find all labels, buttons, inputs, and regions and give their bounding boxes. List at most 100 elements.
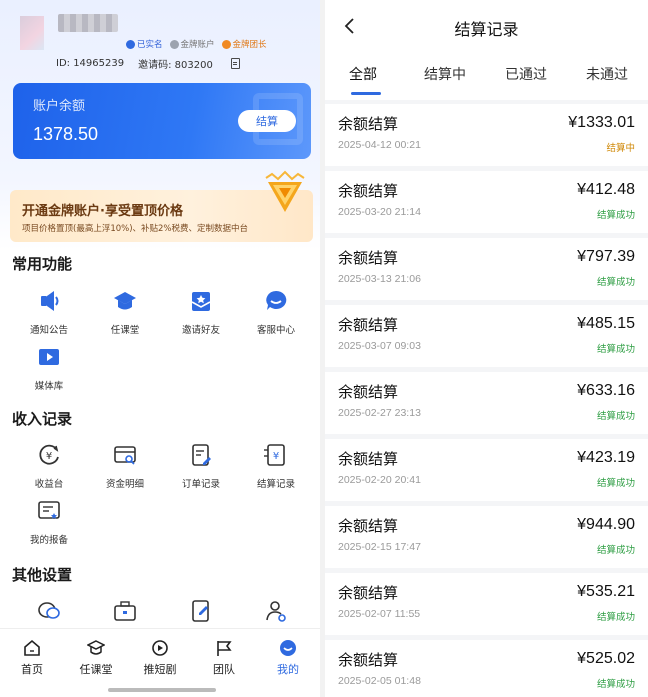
tab-rejected[interactable]: 未通过 <box>586 64 628 84</box>
record-date: 2025-03-07 09:03 <box>338 340 421 352</box>
record-amount: ¥1333.01 <box>568 114 635 131</box>
record-amount: ¥412.48 <box>577 181 635 198</box>
record-name: 余额结算 <box>338 450 399 468</box>
chat-icon <box>38 602 60 619</box>
report-icon <box>38 501 60 519</box>
record-row[interactable]: 余额结算 2025-02-27 23:13 ¥633.16 结算成功 <box>325 372 648 434</box>
nav-team-label: 团队 <box>213 663 235 676</box>
nav-short-drama[interactable]: 推短剧 <box>128 639 192 677</box>
user-settings-icon <box>266 601 286 622</box>
account-tags: 已实名 金牌账户 金牌团长 <box>126 38 267 50</box>
record-amount: ¥944.90 <box>577 516 635 533</box>
gold-account-label: 金牌账户 <box>180 40 215 50</box>
record-row[interactable]: 余额结算 2025-02-15 17:47 ¥944.90 结算成功 <box>325 506 648 568</box>
nav-home-label: 首页 <box>21 663 43 676</box>
page-title: 结算记录 <box>454 20 519 39</box>
record-name: 余额结算 <box>338 383 399 401</box>
settlement-records-screen: 结算记录 全部 结算中 已通过 未通过 余额结算 2025-04-12 00:21… <box>325 0 648 697</box>
avatar[interactable] <box>20 16 44 50</box>
earnings-coin-icon: ¥ <box>39 444 59 465</box>
nav-classroom-label: 任课堂 <box>79 663 113 676</box>
record-status: 结算中 <box>606 143 635 154</box>
balance-value: 1378.50 <box>33 124 99 144</box>
record-row[interactable]: 余额结算 2025-03-20 21:14 ¥412.48 结算成功 <box>325 171 648 233</box>
fund-details-icon <box>114 446 136 465</box>
gold-leader-label: 金牌团长 <box>232 40 267 50</box>
grid-earnings[interactable]: ¥ 收益台 <box>13 442 85 490</box>
grid-classroom[interactable]: 任课堂 <box>89 288 161 336</box>
grid-notice-label: 通知公告 <box>29 325 68 336</box>
record-row[interactable]: 余额结算 2025-03-13 21:06 ¥797.39 结算成功 <box>325 238 648 300</box>
grid-notice[interactable]: 通知公告 <box>13 288 85 336</box>
record-status: 结算成功 <box>596 411 635 422</box>
edit-document-icon <box>192 600 209 622</box>
tab-settling[interactable]: 结算中 <box>424 64 466 84</box>
record-amount: ¥485.15 <box>577 315 635 332</box>
home-indicator <box>108 688 216 692</box>
record-date: 2025-03-20 21:14 <box>338 206 421 218</box>
order-record-icon <box>192 444 211 466</box>
record-row[interactable]: 余额结算 2025-02-07 11:55 ¥535.21 结算成功 <box>325 573 648 635</box>
record-status: 结算成功 <box>596 344 635 355</box>
record-amount: ¥633.16 <box>577 382 635 399</box>
record-row[interactable]: 余额结算 2025-02-05 01:48 ¥525.02 结算成功 <box>325 640 648 697</box>
grid-orders-label: 订单记录 <box>181 479 220 490</box>
record-name: 余额结算 <box>338 584 399 602</box>
record-status: 结算成功 <box>596 545 635 556</box>
record-row[interactable]: 余额结算 2025-03-07 09:03 ¥485.15 结算成功 <box>325 305 648 367</box>
grid-media[interactable]: 媒体库 <box>13 344 85 392</box>
tab-all[interactable]: 全部 <box>349 64 377 84</box>
grid-other-3[interactable] <box>165 598 237 632</box>
chat-bubble-icon <box>266 290 287 310</box>
grid-settlement-label: 结算记录 <box>256 479 295 490</box>
grid-other-1[interactable] <box>13 598 85 632</box>
record-status: 结算成功 <box>596 277 635 288</box>
tab-approved[interactable]: 已通过 <box>505 64 547 84</box>
record-amount: ¥525.02 <box>577 650 635 667</box>
username-blurred <box>58 14 118 32</box>
megaphone-icon <box>41 291 59 311</box>
svg-text:¥: ¥ <box>46 451 52 462</box>
bottom-navigation: 首页 任课堂 推短剧 团队 我的 <box>0 628 320 697</box>
grid-fund-details[interactable]: 资金明细 <box>89 442 161 490</box>
grid-other-4[interactable] <box>240 598 312 632</box>
grid-invite[interactable]: 邀请好友 <box>165 288 237 336</box>
nav-team[interactable]: 团队 <box>192 639 256 677</box>
home-icon <box>24 639 40 656</box>
record-date: 2025-02-05 01:48 <box>338 675 421 687</box>
grid-other-2[interactable] <box>89 598 161 632</box>
user-id: ID: 14965239 <box>56 58 125 69</box>
grid-my-reports[interactable]: 我的报备 <box>13 498 85 546</box>
id-line: ID: 14965239 邀请码: 803200 <box>56 56 240 71</box>
nav-home[interactable]: 首页 <box>0 639 64 677</box>
record-date: 2025-02-27 23:13 <box>338 407 421 419</box>
grid-earnings-label: 收益台 <box>34 479 64 490</box>
gold-account-icon <box>169 39 179 49</box>
record-status: 结算成功 <box>596 679 635 690</box>
verified-label: 已实名 <box>137 40 163 50</box>
grid-service[interactable]: 客服中心 <box>240 288 312 336</box>
record-amount: ¥535.21 <box>577 583 635 600</box>
grid-orders[interactable]: 订单记录 <box>165 442 237 490</box>
record-row[interactable]: 余额结算 2025-04-12 00:21 ¥1333.01 结算中 <box>325 104 648 166</box>
copy-icon[interactable] <box>230 58 240 69</box>
grid-settlement[interactable]: ¥ 结算记录 <box>240 442 312 490</box>
record-amount: ¥423.19 <box>577 449 635 466</box>
record-name: 余额结算 <box>338 115 399 133</box>
record-status: 结算成功 <box>596 612 635 623</box>
income-records-title: 收入记录 <box>12 410 73 428</box>
settle-button[interactable]: 结算 <box>238 110 296 132</box>
grid-service-label: 客服中心 <box>256 325 295 336</box>
record-status: 结算成功 <box>596 210 635 221</box>
nav-mine[interactable]: 我的 <box>256 639 320 677</box>
record-date: 2025-04-12 00:21 <box>338 139 421 151</box>
balance-label: 账户余额 <box>33 99 86 114</box>
record-date: 2025-02-07 11:55 <box>338 608 421 620</box>
verified-icon <box>126 39 135 49</box>
grid-classroom-label: 任课堂 <box>110 325 140 336</box>
nav-classroom[interactable]: 任课堂 <box>64 639 128 677</box>
team-flag-icon <box>217 641 232 656</box>
record-row[interactable]: 余额结算 2025-02-20 20:41 ¥423.19 结算成功 <box>325 439 648 501</box>
profile-screen: 已实名 金牌账户 金牌团长 ID: 14965239 邀请码: 803200 账… <box>0 0 320 697</box>
svg-text:¥: ¥ <box>273 451 279 462</box>
